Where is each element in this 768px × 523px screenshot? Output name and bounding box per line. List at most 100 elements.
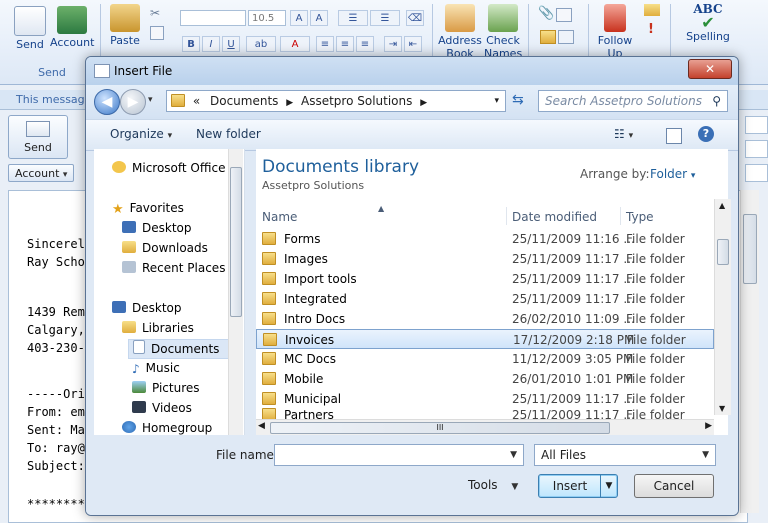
dropdown-arrow-icon[interactable]: ▼ (510, 450, 517, 460)
file-row[interactable]: Forms 25/11/2009 11:16 ... File folder (256, 229, 714, 249)
column-divider[interactable] (506, 207, 507, 225)
nav-item-downloads[interactable]: Downloads (122, 241, 208, 255)
cc-field[interactable] (745, 140, 768, 158)
nav-item-libraries[interactable]: Libraries (122, 321, 194, 335)
shrink-font-icon[interactable]: A (310, 10, 328, 26)
horizontal-scrollbar[interactable]: ◀ III ▶ (256, 419, 714, 436)
file-type-filter[interactable]: All Files ▼ (534, 444, 716, 466)
recent-pages-dropdown[interactable]: ▾ (148, 95, 153, 105)
file-row[interactable]: Mobile 26/01/2010 1:01 PM File folder (256, 369, 714, 389)
scrollbar-thumb[interactable] (743, 214, 757, 284)
cancel-button[interactable]: Cancel (634, 474, 714, 498)
file-row[interactable]: Municipal 25/11/2009 11:17 ... File folder (256, 389, 714, 409)
scrollbar-thumb[interactable] (230, 167, 242, 317)
new-folder-button[interactable]: New folder (196, 127, 261, 141)
view-options-button[interactable]: ☷ ▾ (614, 127, 633, 141)
scroll-down-icon[interactable]: ▼ (719, 404, 725, 413)
column-header-name[interactable]: Name ▲ (262, 204, 502, 227)
nav-item-microsoft-office[interactable]: Microsoft Office O (112, 161, 239, 175)
italic-icon[interactable]: I (202, 36, 220, 52)
highlight-icon[interactable]: ab (246, 36, 276, 52)
address-bar[interactable]: « Documents ▶ Assetpro Solutions ▶ ▾ (166, 90, 506, 112)
cut-icon[interactable]: ✂ (150, 6, 160, 20)
nav-item-documents[interactable]: Documents (128, 339, 232, 359)
nav-item-music[interactable]: ♪ Music (132, 361, 180, 376)
nav-item-videos[interactable]: Videos (132, 401, 192, 415)
search-input[interactable]: Search Assetpro Solutions ⚲ (538, 90, 728, 112)
align-left-icon[interactable]: ≡ (316, 36, 334, 52)
organize-button[interactable]: Organize ▾ (110, 127, 172, 141)
search-icon[interactable]: ⚲ (712, 91, 721, 111)
check-names-button[interactable]: Check Names (484, 4, 522, 60)
refresh-icon[interactable]: ⇆ (512, 92, 524, 108)
font-size-box[interactable]: 10.5 (248, 10, 286, 26)
align-right-icon[interactable]: ≡ (356, 36, 374, 52)
subject-field[interactable] (745, 164, 768, 182)
address-book-button[interactable]: Address Book (438, 4, 482, 60)
account-ribbon-button[interactable]: Account (50, 6, 94, 49)
back-button[interactable]: ◀ (94, 89, 120, 115)
file-row[interactable]: MC Docs 11/12/2009 3:05 PM File folder (256, 349, 714, 369)
help-icon[interactable]: ? (698, 126, 714, 142)
arrange-by-dropdown[interactable]: Folder ▾ (650, 167, 695, 181)
bullets-icon[interactable]: ☰ (338, 10, 368, 26)
nav-item-favorites[interactable]: ★ Favorites (112, 201, 184, 217)
insert-button[interactable]: Insert ▼ (538, 474, 618, 498)
file-row[interactable]: Intro Docs 26/02/2010 11:09 ... File folde… (256, 309, 714, 329)
indent-icon[interactable]: ⇥ (384, 36, 402, 52)
account-button[interactable]: Account ▾ (8, 164, 74, 182)
numbering-icon[interactable]: ☰ (370, 10, 400, 26)
send-ribbon-button[interactable]: Send (12, 6, 48, 51)
file-row[interactable]: Integrated 25/11/2009 11:17 ... File folde… (256, 289, 714, 309)
insert-split-dropdown-icon[interactable]: ▼ (600, 475, 617, 497)
forward-button[interactable]: ▶ (120, 89, 146, 115)
clear-format-icon[interactable]: ⌫ (406, 10, 424, 26)
column-header-date[interactable]: Date modified (512, 207, 597, 227)
nav-item-desktop-fav[interactable]: Desktop (122, 221, 192, 235)
high-importance-icon[interactable]: ! (648, 22, 654, 37)
dialog-titlebar[interactable]: Insert File ✕ (86, 57, 738, 85)
nav-item-recent-places[interactable]: Recent Places (122, 261, 225, 275)
body-scrollbar[interactable] (740, 190, 759, 513)
preview-pane-icon[interactable] (666, 128, 682, 144)
copy-icon[interactable] (150, 26, 164, 40)
breadcrumb-assetpro[interactable]: Assetpro Solutions (301, 94, 412, 108)
column-header-type[interactable]: Type (626, 207, 654, 227)
nav-item-pictures[interactable]: Pictures (132, 381, 200, 395)
nav-item-desktop[interactable]: Desktop (112, 301, 182, 315)
scroll-right-icon[interactable]: ▶ (705, 421, 712, 431)
to-field[interactable] (745, 116, 768, 134)
scroll-left-icon[interactable]: ◀ (258, 421, 265, 431)
attach-item-icon[interactable] (556, 8, 572, 22)
close-button[interactable]: ✕ (688, 59, 732, 79)
tools-button[interactable]: Tools ▼ (468, 478, 518, 492)
breadcrumb-separator-icon[interactable]: ▶ (286, 98, 293, 108)
calendar-icon[interactable] (558, 30, 574, 44)
file-row[interactable]: Partners 25/11/2009 11:17 ... File folder (256, 407, 714, 419)
spelling-button[interactable]: ABC ✔ Spelling (680, 2, 736, 43)
attach-file-icon[interactable]: 📎 (538, 6, 554, 21)
business-card-icon[interactable] (540, 30, 556, 44)
scroll-up-icon[interactable]: ▲ (719, 201, 725, 210)
file-row-selected[interactable]: Invoices 17/12/2009 2:18 PM File folder (256, 329, 714, 349)
file-name-input[interactable]: ▼ (274, 444, 524, 466)
underline-icon[interactable]: U (222, 36, 240, 52)
column-divider[interactable] (620, 207, 621, 225)
nav-scrollbar[interactable] (228, 149, 243, 435)
file-list-scrollbar[interactable]: ▲ ▼ (714, 199, 731, 415)
address-dropdown-icon[interactable]: ▾ (494, 91, 499, 111)
file-row[interactable]: Images 25/11/2009 11:17 ... File folder (256, 249, 714, 269)
font-color-icon[interactable]: A (280, 36, 310, 52)
paste-button[interactable]: Paste (108, 4, 142, 47)
scrollbar-thumb[interactable] (717, 239, 729, 265)
font-name-box[interactable] (180, 10, 246, 26)
nav-item-homegroup[interactable]: Homegroup (122, 421, 212, 435)
follow-up-button[interactable]: Follow Up (596, 4, 634, 60)
send-button[interactable]: Send (8, 115, 68, 159)
bold-icon[interactable]: B (182, 36, 200, 52)
file-row[interactable]: Import tools 25/11/2009 11:17 ... File fol… (256, 269, 714, 289)
breadcrumb-overflow[interactable]: « (193, 94, 200, 108)
outdent-icon[interactable]: ⇤ (404, 36, 422, 52)
breadcrumb-separator-icon[interactable]: ▶ (420, 98, 427, 108)
scrollbar-thumb[interactable]: III (270, 422, 610, 434)
